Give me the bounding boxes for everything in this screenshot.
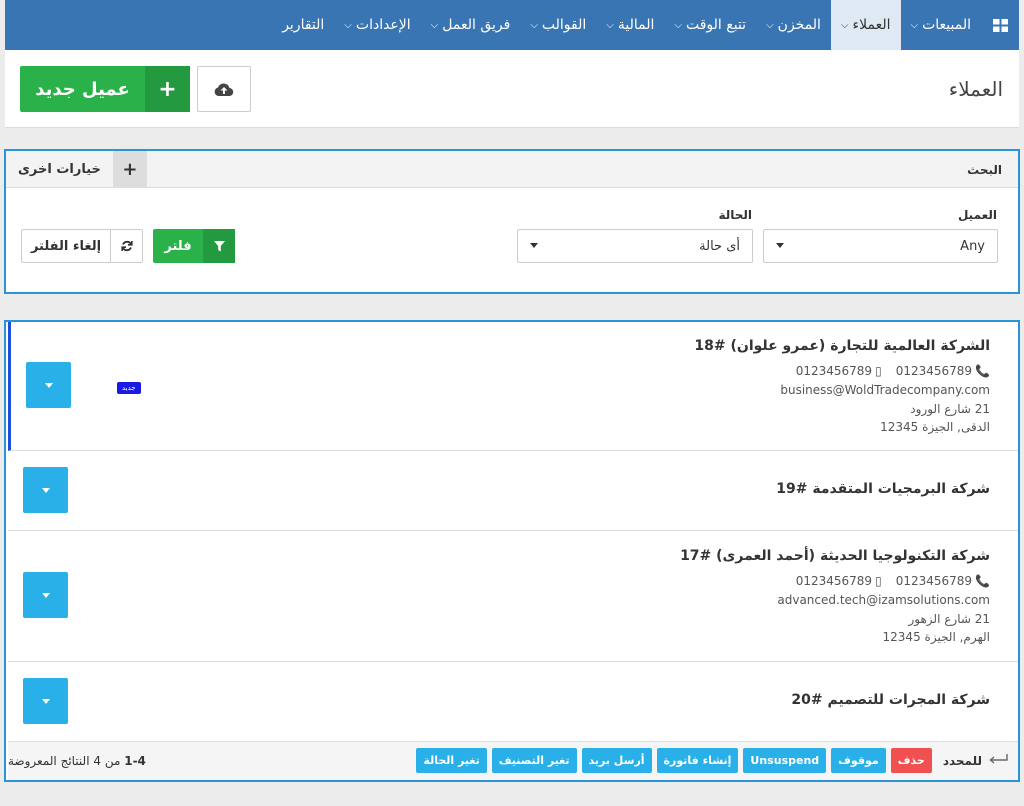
client-mobile: ▯ 0123456789 [795,574,882,588]
cloud-upload-icon [214,82,234,96]
bulk-suspend-button[interactable]: موقوف [831,748,886,773]
page-header: العملاء + عميل جديد [5,50,1019,128]
mobile-icon: ▯ [875,574,882,588]
selected-label: للمحدد [943,753,1008,768]
phone-icon: 📞 [975,574,990,588]
client-address-line1: 21 شارع الورود [910,402,990,416]
reset-filter-button[interactable]: إلغاء الفلتر [21,229,143,263]
nav-item-templates[interactable]: القوالب ⌵ [520,0,596,50]
caret-down-icon [776,243,784,248]
caret-down-icon [44,382,53,388]
client-mobile: ▯ 0123456789 [795,364,882,378]
list-item[interactable]: الشركة العالمية للتجارة (عمرو علوان) #18… [8,322,1018,451]
nav-item-time-tracking[interactable]: تتبع الوقت ⌵ [664,0,756,50]
list-item[interactable]: شركة البرمجيات المتقدمة #19 [8,451,1018,531]
client-email: advanced.tech@izamsolutions.com [777,593,990,607]
new-client-button[interactable]: + عميل جديد [20,66,190,112]
plus-icon: + [112,151,147,187]
page-title: العملاء [948,77,1003,101]
nav-item-settings[interactable]: الإعدادات ⌵ [334,0,420,50]
nav-item-clients[interactable]: العملاء ⌵ [830,0,901,50]
chevron-down-icon: ⌵ [674,19,682,31]
top-nav: المبيعات ⌵ العملاء ⌵ المخزن ⌵ تتبع الوقت ⌵ ا… [5,0,1019,50]
row-actions-dropdown[interactable] [23,678,68,724]
list-item[interactable]: شركة المجرات للتصميم #20 [8,662,1018,742]
nav-item-inventory[interactable]: المخزن ⌵ [756,0,831,50]
search-title: البحث [967,163,1002,177]
bulk-actions: للمحدد حذف موقوف Unsuspend إنشاء فاتورة … [416,748,1008,773]
bulk-actions-bar: للمحدد حذف موقوف Unsuspend إنشاء فاتورة … [8,742,1018,780]
bulk-change-status-button[interactable]: تغير الحالة [416,748,487,773]
row-actions-dropdown[interactable] [23,572,68,618]
client-address-line2: الهرم, الجيزة 12345 [882,630,990,644]
nav-item-sales[interactable]: المبيعات ⌵ [901,0,982,50]
client-filter-select[interactable]: Any [763,229,998,263]
client-address-line2: الدقى, الجيزة 12345 [880,420,990,434]
search-panel-header: البحث + خيارات اخرى [6,151,1018,188]
funnel-icon [203,229,235,263]
client-name[interactable]: الشركة العالمية للتجارة (عمرو علوان) #18 [694,338,990,354]
bulk-change-category-button[interactable]: تغير التصنيف [491,748,577,773]
row-actions-dropdown[interactable] [23,467,68,513]
caret-down-icon [530,243,538,248]
phone-icon: 📞 [975,364,990,378]
chevron-down-icon: ⌵ [766,19,774,31]
mobile-icon: ▯ [875,364,882,378]
caret-down-icon [41,487,50,493]
import-button[interactable] [197,66,251,112]
chevron-down-icon: ⌵ [344,19,352,31]
filter-button[interactable]: فلتر [153,229,235,263]
caret-down-icon [41,698,50,704]
bulk-create-invoice-button[interactable]: إنشاء فاتورة [656,748,739,773]
bulk-delete-button[interactable]: حذف [890,748,932,773]
pager-range: 1-4 [124,754,146,768]
pagination-info: 1-4 من 4 النتائج المعروضة [8,754,146,768]
pager-text: من 4 النتائج المعروضة [8,754,121,768]
status-filter-label: الحالة [718,208,752,222]
bulk-unsuspend-button[interactable]: Unsuspend [743,748,827,773]
return-arrow-icon [988,753,1008,768]
chevron-down-icon: ⌵ [910,19,919,31]
nav-item-finance[interactable]: المالية ⌵ [596,0,664,50]
chevron-down-icon: ⌵ [606,19,614,31]
search-panel: البحث + خيارات اخرى العميل Any الحالة أى… [4,149,1020,294]
more-options-toggle[interactable]: + خيارات اخرى [6,151,147,187]
client-phone: 📞 0123456789 [895,574,990,588]
client-phone: 📞 0123456789 [895,364,990,378]
client-name[interactable]: شركة المجرات للتصميم #20 [791,692,990,708]
apps-grid-icon[interactable] [981,0,1019,50]
status-filter-select[interactable]: أى حالة [517,229,753,263]
chevron-down-icon: ⌵ [430,19,439,31]
row-actions-dropdown[interactable] [26,362,71,408]
client-address-line1: 21 شارع الزهور [908,612,990,626]
nav-item-team[interactable]: فريق العمل ⌵ [421,0,521,50]
client-name[interactable]: شركة البرمجيات المتقدمة #19 [776,481,990,497]
client-name[interactable]: شركة التكنولوجيا الحديثة (أحمد العمرى) #… [680,548,990,564]
client-filter-label: العميل [957,208,997,222]
client-email: business@WoldTradecompany.com [780,383,990,397]
plus-icon: + [145,66,190,112]
status-badge: جديد [117,382,141,394]
refresh-icon [110,230,142,262]
bulk-send-email-button[interactable]: أرسل بريد [581,748,652,773]
chevron-down-icon: ⌵ [530,19,538,31]
nav-item-reports[interactable]: التقارير [272,0,334,50]
caret-down-icon [41,592,50,598]
list-item[interactable]: شركة التكنولوجيا الحديثة (أحمد العمرى) #… [8,531,1018,662]
chevron-down-icon: ⌵ [840,19,849,31]
clients-list: الشركة العالمية للتجارة (عمرو علوان) #18… [4,320,1020,782]
